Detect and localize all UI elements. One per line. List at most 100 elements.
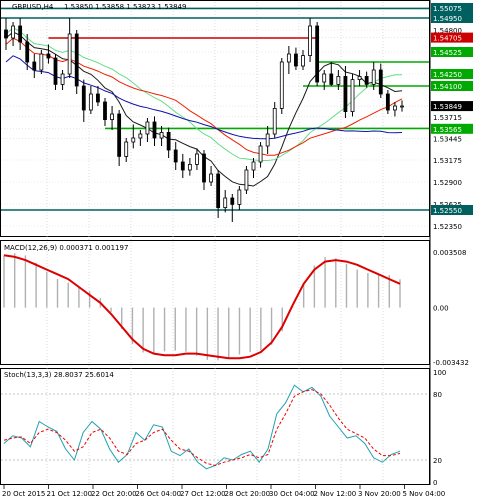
candle-body — [393, 105, 397, 111]
candle-body — [322, 73, 327, 83]
candle-body — [81, 85, 86, 111]
macd-header: MACD(12,26,9) 0.000371 0.001197 — [4, 244, 128, 252]
candle-body — [272, 108, 277, 135]
candle-body — [343, 76, 348, 113]
chart-symbol-label: GBPUSD,H4 — [12, 3, 54, 11]
candle-body — [53, 57, 58, 85]
level-price-label: 1.54100 — [433, 83, 462, 91]
time-axis-label: 20 Oct 2015 — [2, 490, 45, 498]
stoch-axis-label: 20 — [433, 457, 442, 465]
candle-body — [294, 53, 298, 67]
candle-body — [110, 113, 114, 120]
stoch-axis-label: 100 — [433, 369, 446, 377]
candle-body — [96, 93, 100, 103]
candle-body — [152, 121, 157, 139]
time-axis-label: 26 Oct 04:00 — [136, 490, 182, 498]
candle-body — [357, 76, 362, 81]
time-axis-label: 2 Nov 12:00 — [314, 490, 357, 498]
ma-green-line — [5, 27, 403, 161]
level-price-label: 1.52550 — [433, 207, 462, 215]
stoch-indicator: 100 80 20 0 — [1, 369, 446, 487]
candle-body — [202, 153, 206, 183]
stoch-axis-label: 0 — [433, 479, 437, 487]
chart-ohlc-label: 1.53850 1.53858 1.53823 1.53849 — [64, 3, 186, 11]
macd-axis-label: 0.00 — [433, 305, 449, 313]
candle-body — [329, 73, 334, 85]
candle-body — [244, 169, 249, 191]
candle-body — [195, 153, 199, 165]
candle-body — [364, 76, 369, 85]
level-price-label: 1.53565 — [433, 126, 462, 134]
candle-body — [378, 69, 383, 95]
level-price-label: 1.54250 — [433, 71, 462, 79]
candle-body — [131, 137, 136, 143]
price-axis-label: 1.53445 — [433, 135, 462, 143]
candle-body — [371, 69, 376, 85]
candle-body — [350, 79, 355, 112]
time-axis-label: 5 Nov 04:00 — [403, 490, 446, 498]
candle-body — [32, 61, 37, 71]
candle-body — [103, 101, 107, 121]
candle-body — [308, 25, 312, 57]
current-price-label: 1.53849 — [433, 103, 462, 111]
candle-body — [46, 53, 51, 59]
stoch-header: Stoch(13,3,3) 28.8037 25.6014 — [4, 371, 114, 379]
candle-body — [209, 173, 213, 183]
candle-body — [145, 121, 150, 135]
candle-body — [223, 197, 228, 208]
time-axis-label: 28 Oct 20:00 — [225, 490, 271, 498]
macd-indicator: 0.003508 0.00 -0.003432 — [3, 249, 469, 367]
candle-body — [138, 133, 143, 139]
candle-body — [124, 141, 129, 157]
price-axis-label: 1.53175 — [433, 157, 462, 165]
candle-body — [187, 163, 192, 171]
candle-body — [18, 25, 23, 43]
candle-body — [159, 131, 164, 139]
candle-body — [60, 73, 65, 85]
price-axis-label: 1.52900 — [433, 179, 462, 187]
level-price-label: 1.54525 — [433, 49, 462, 57]
candle-body — [237, 189, 242, 205]
mt4-chart-window[interactable]: 0.003508 0.00 -0.003432 100 80 20 0 1.55075 1.… — [0, 0, 485, 500]
stoch-main-line — [3, 384, 401, 470]
candle-body — [265, 133, 270, 147]
candle-body — [336, 76, 341, 85]
price-axis-label: 1.53715 — [433, 114, 462, 122]
candle-body — [4, 29, 8, 39]
candle-body — [230, 197, 235, 205]
candle-body — [301, 55, 305, 67]
ma-blue-line — [5, 55, 403, 140]
macd-axis-label: -0.003432 — [433, 359, 469, 367]
stoch-signal-line — [3, 389, 401, 467]
candle-body — [216, 173, 221, 208]
candle-body — [400, 105, 404, 108]
time-axis-label: 30 Oct 04:00 — [269, 490, 315, 498]
candle-body — [117, 113, 122, 157]
candle-body — [11, 25, 15, 39]
candle-body — [279, 61, 284, 109]
level-price-label: 1.54950 — [433, 15, 462, 23]
time-axis-label: 3 Nov 20:00 — [358, 490, 401, 498]
level-price-label: 1.55075 — [433, 5, 462, 13]
grid — [1, 2, 429, 484]
candle-body — [88, 93, 93, 111]
price-axis: 1.550751.549501.548001.547051.545251.542… — [431, 3, 473, 231]
time-axis-label: 22 Oct 20:00 — [91, 490, 137, 498]
level-price-label: 1.54705 — [433, 35, 462, 43]
candle-body — [286, 53, 291, 63]
chart-canvas[interactable]: 0.003508 0.00 -0.003432 100 80 20 0 1.55075 1.… — [0, 0, 485, 500]
time-axis: 20 Oct 2015 21 Oct 12:0022 Oct 20:0026 Oc… — [2, 485, 445, 498]
time-axis-label: 21 Oct 12:00 — [47, 490, 93, 498]
candle-body — [315, 25, 320, 83]
time-axis-label: 27 Oct 12:00 — [180, 490, 226, 498]
macd-signal-line — [3, 254, 401, 360]
candle-body — [25, 41, 30, 63]
candle-body — [251, 161, 256, 171]
candle-body — [385, 93, 390, 111]
candle-body — [74, 33, 79, 87]
candle-body — [39, 53, 44, 71]
price-axis-label: 1.52350 — [433, 223, 462, 231]
candle-body — [258, 145, 263, 163]
candle-body — [180, 161, 185, 171]
macd-axis-label: 0.003508 — [433, 249, 466, 257]
